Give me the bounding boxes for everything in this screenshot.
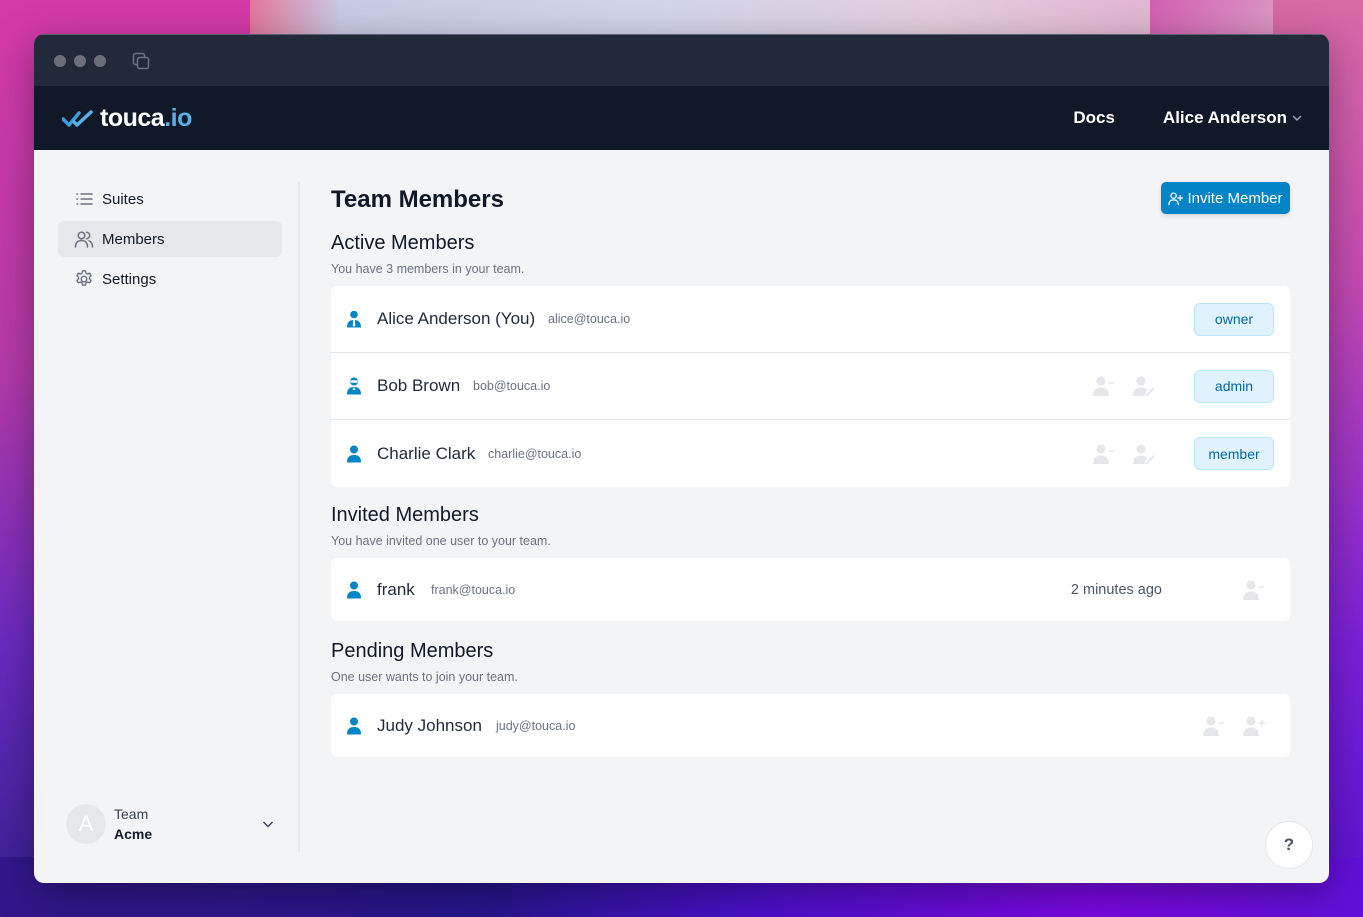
sidebar-item-members[interactable]: Members [58, 221, 282, 257]
member-email: frank@touca.io [431, 582, 516, 597]
page-title: Team Members [331, 186, 504, 213]
invite-member-label: Invite Member [1187, 189, 1283, 207]
team-label: Team [114, 806, 149, 822]
member-name: Charlie Clark [377, 443, 476, 463]
invited-row: frank frank@touca.io 2 minutes ago [331, 558, 1290, 621]
window-maximize-button[interactable] [94, 55, 106, 67]
user-minus-icon[interactable] [1092, 375, 1116, 397]
sidebar-divider [298, 182, 300, 852]
member-row: Alice Anderson (You) alice@touca.io owne… [331, 286, 1290, 353]
sidebar-item-suites[interactable]: Suites [58, 181, 282, 217]
invited-members-card: frank frank@touca.io 2 minutes ago [331, 558, 1290, 621]
chevron-down-icon [1292, 115, 1302, 122]
role-badge[interactable]: member [1194, 437, 1274, 470]
member-email: judy@touca.io [496, 718, 576, 733]
member-name: frank [377, 579, 415, 599]
user-edit-icon[interactable] [1132, 443, 1156, 465]
top-navbar: touca.io Docs Alice Anderson [34, 86, 1329, 150]
user-icon [347, 717, 361, 734]
list-icon [76, 193, 93, 205]
team-switcher[interactable]: A Team Acme [66, 804, 276, 844]
copy-window-icon[interactable] [131, 51, 151, 71]
sidebar-item-settings[interactable]: Settings [58, 261, 282, 297]
active-members-title: Active Members [331, 232, 475, 254]
user-edit-icon[interactable] [1132, 375, 1156, 397]
member-name: Bob Brown [377, 376, 461, 395]
role-badge[interactable]: admin [1194, 369, 1274, 403]
user-icon [347, 581, 361, 598]
member-email: alice@touca.io [548, 312, 631, 326]
member-email: bob@touca.io [473, 379, 551, 393]
user-menu-name: Alice Anderson [1162, 108, 1287, 127]
active-members-subtitle: You have 3 members in your team. [331, 262, 525, 276]
invited-members-title: Invited Members [331, 504, 479, 526]
sidebar-item-label: Settings [102, 270, 157, 288]
app-window: touca.io Docs Alice Anderson Suites Memb… [34, 34, 1329, 883]
window-titlebar [34, 34, 1329, 86]
member-email: charlie@touca.io [488, 446, 582, 461]
user-ninja-icon [347, 377, 361, 395]
window-minimize-button[interactable] [74, 55, 86, 67]
user-plus-icon[interactable] [1242, 715, 1266, 737]
pending-members-title: Pending Members [331, 640, 494, 662]
sidebar-item-label: Suites [102, 190, 144, 208]
invited-members-subtitle: You have invited one user to your team. [331, 534, 551, 548]
user-icon [347, 445, 361, 462]
users-icon [74, 231, 94, 248]
pending-members-subtitle: One user wants to join your team. [331, 670, 518, 684]
double-check-logo-icon [62, 109, 93, 127]
touca-logo[interactable]: touca.io [62, 104, 192, 133]
help-button[interactable]: ? [1265, 821, 1313, 869]
pending-members-card: Judy Johnson judy@touca.io [331, 694, 1290, 757]
logo-text: touca.io [100, 104, 192, 132]
member-row: Charlie Clark charlie@touca.io member [331, 420, 1290, 487]
invite-time: 2 minutes ago [1070, 581, 1162, 598]
pending-row: Judy Johnson judy@touca.io [331, 694, 1290, 757]
active-members-card: Alice Anderson (You) alice@touca.io owne… [331, 286, 1290, 487]
sidebar-item-label: Members [102, 230, 165, 248]
member-name: Alice Anderson (You) [377, 309, 536, 328]
team-avatar: A [66, 804, 106, 844]
member-name: Judy Johnson [377, 715, 482, 735]
user-plus-icon [1168, 191, 1184, 205]
user-minus-icon[interactable] [1202, 715, 1226, 737]
docs-link[interactable]: Docs [1073, 108, 1115, 128]
user-menu[interactable]: Alice Anderson [1163, 108, 1303, 128]
member-row: Bob Brown bob@touca.io admin [331, 353, 1290, 420]
team-name: Acme [114, 826, 153, 842]
user-minus-icon[interactable] [1242, 579, 1266, 601]
sidebar: Suites Members Settings A Team Acme [34, 150, 299, 883]
user-tie-icon [347, 310, 361, 328]
gear-icon [76, 270, 92, 286]
invite-member-button[interactable]: Invite Member [1161, 182, 1290, 214]
chevron-down-icon [263, 821, 273, 828]
window-close-button[interactable] [54, 55, 66, 67]
role-badge[interactable]: owner [1194, 302, 1274, 336]
user-minus-icon[interactable] [1092, 443, 1116, 465]
